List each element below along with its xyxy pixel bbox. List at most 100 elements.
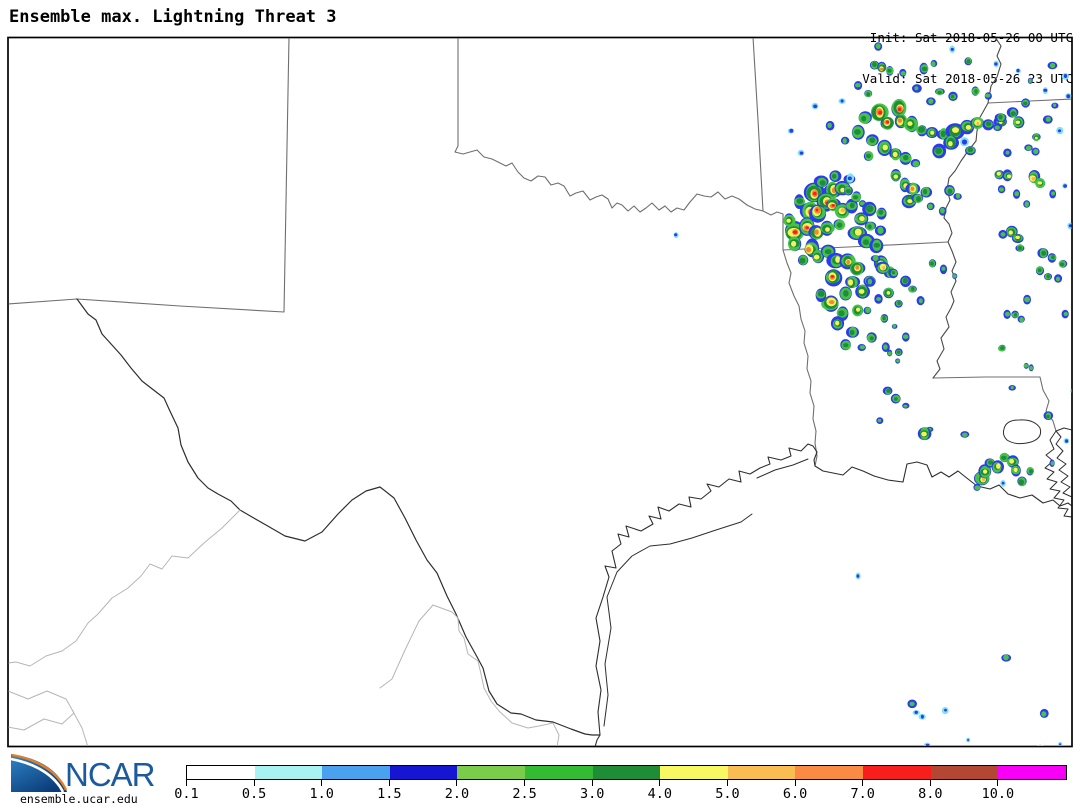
- storm-cell: [856, 573, 861, 580]
- storm-cell: [839, 98, 846, 104]
- storm-cell: [891, 394, 901, 404]
- storm-cell: [1024, 144, 1032, 151]
- storm-cell: [912, 84, 922, 93]
- storm-cell: [855, 285, 870, 299]
- storm-cell: [1037, 248, 1048, 258]
- storm-cell: [895, 358, 900, 363]
- storm-cell: [834, 219, 846, 230]
- storm-cell: [1021, 98, 1030, 107]
- storm-cell: [864, 90, 872, 97]
- storm-cell: [886, 66, 894, 76]
- colorbar-tick-label: 4.0: [648, 786, 672, 802]
- storm-cell: [816, 289, 827, 303]
- storm-cell: [812, 103, 819, 110]
- storm-cell: [1003, 310, 1010, 319]
- colorbar-tick-label: 2.0: [445, 786, 469, 802]
- colorbar-bar: [186, 765, 1067, 780]
- storm-cell: [1054, 274, 1062, 282]
- storm-cell: [940, 265, 947, 275]
- colorbar-segment: [863, 766, 931, 779]
- storm-cell: [911, 159, 921, 167]
- storm-cell: [1011, 465, 1021, 477]
- storm-cell: [1000, 480, 1006, 487]
- storm-cell: [852, 305, 863, 317]
- colorbar-tick-label: 1.0: [310, 786, 334, 802]
- storm-cell: [953, 193, 961, 200]
- storm-cell: [841, 137, 849, 145]
- storm-cell: [907, 700, 917, 709]
- ncar-swoosh-icon: [10, 753, 68, 793]
- storm-cell: [825, 269, 842, 286]
- storm-cell: [1050, 460, 1055, 467]
- storm-cell: [876, 208, 886, 220]
- storm-cell: [952, 273, 957, 279]
- ncar-logo: NCAR ensemble.ucar.edu: [8, 750, 188, 808]
- colorbar-segment: [931, 766, 999, 779]
- storm-cell: [935, 88, 945, 95]
- colorbar-segment: [660, 766, 728, 779]
- storm-cell: [814, 176, 829, 188]
- map-frame: [8, 38, 1072, 747]
- colorbar-segment: [795, 766, 863, 779]
- storm-cell: [943, 136, 959, 150]
- storm-cell: [916, 125, 927, 136]
- colorbar-tick-label: 2.5: [512, 786, 536, 802]
- colorbar-segment: [525, 766, 593, 779]
- storm-cell: [1049, 189, 1056, 198]
- storm-cell: [972, 86, 980, 95]
- storm-cell: [1024, 363, 1029, 369]
- storm-cell: [939, 207, 947, 216]
- storm-cell: [899, 69, 906, 77]
- storm-cell: [850, 262, 866, 276]
- colorbar-segment: [728, 766, 796, 779]
- storm-cell: [1051, 103, 1058, 109]
- storm-cell: [1012, 234, 1024, 243]
- storm-cell: [919, 714, 926, 720]
- storm-cells-layer: [674, 42, 1075, 750]
- storm-cell: [998, 185, 1005, 193]
- storm-cell: [929, 259, 936, 267]
- storm-cell: [798, 150, 805, 156]
- colorbar-segment: [593, 766, 661, 779]
- colorbar-tick-label: 8.0: [918, 786, 942, 802]
- storm-cell: [866, 278, 875, 286]
- storm-cell: [964, 57, 972, 65]
- storm-cell: [1017, 477, 1026, 487]
- storm-cell: [1016, 68, 1021, 73]
- storm-cell: [931, 60, 938, 67]
- storm-cell: [1062, 183, 1067, 188]
- storm-cell: [865, 222, 876, 231]
- storm-cell: [960, 431, 969, 438]
- storm-cell: [927, 203, 935, 211]
- storm-cell: [846, 327, 859, 338]
- storm-cell: [874, 42, 882, 51]
- colorbar-tick-label: 1.5: [377, 786, 401, 802]
- storm-cell: [821, 221, 835, 236]
- storm-cell: [852, 125, 865, 140]
- storm-cell: [920, 63, 929, 75]
- storm-cell: [1001, 654, 1011, 661]
- storm-cell: [1023, 200, 1030, 208]
- storm-cell: [960, 137, 969, 146]
- storm-cell: [1009, 385, 1016, 391]
- ncar-logo-text: NCAR: [65, 756, 155, 794]
- storm-cell: [949, 46, 955, 53]
- storm-cell: [913, 710, 920, 715]
- colorbar-tick-label: 0.5: [242, 786, 266, 802]
- storm-cell: [917, 296, 925, 305]
- storm-cell: [1040, 709, 1049, 718]
- storm-cell: [985, 92, 992, 99]
- storm-cell: [1059, 260, 1067, 268]
- storm-cell: [1044, 273, 1052, 280]
- colorbar-segment: [457, 766, 525, 779]
- storm-cell: [926, 127, 938, 138]
- storm-cell: [900, 152, 912, 165]
- storm-cell: [1007, 107, 1019, 117]
- storm-cell: [1011, 311, 1019, 319]
- storm-cell: [887, 350, 892, 357]
- storm-cell: [998, 230, 1007, 239]
- storm-cell: [926, 97, 936, 105]
- storm-cell: [918, 427, 932, 440]
- storm-cell: [995, 113, 1007, 122]
- state-borders: [8, 37, 1072, 747]
